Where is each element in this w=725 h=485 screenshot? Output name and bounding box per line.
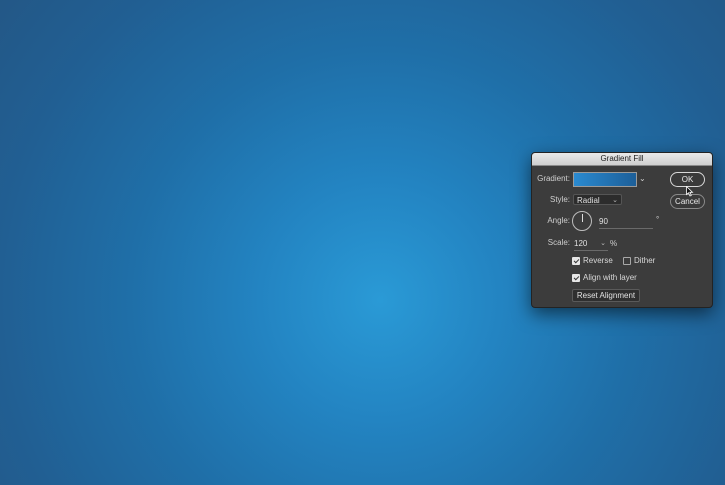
dither-checkbox[interactable] bbox=[623, 257, 631, 265]
chevron-down-icon: ⌄ bbox=[612, 197, 618, 204]
angle-dial-icon[interactable] bbox=[572, 211, 592, 231]
mouse-pointer-icon bbox=[686, 186, 694, 197]
ok-button[interactable]: OK bbox=[670, 172, 705, 187]
scale-unit: % bbox=[610, 239, 618, 248]
reset-alignment-button[interactable]: Reset Alignment bbox=[572, 289, 640, 302]
align-checkbox[interactable] bbox=[572, 274, 580, 282]
chevron-down-icon[interactable]: ⌄ bbox=[600, 238, 606, 250]
angle-label: Angle: bbox=[547, 216, 570, 225]
gradient-fill-dialog: Gradient Fill Gradient: ⌄ Style: Radial … bbox=[531, 152, 713, 308]
scale-input[interactable]: 120 ⌄ bbox=[574, 238, 608, 251]
style-label: Style: bbox=[549, 195, 570, 204]
style-value: Radial bbox=[577, 196, 600, 205]
chevron-down-icon[interactable]: ⌄ bbox=[639, 174, 646, 183]
angle-input[interactable]: 90 bbox=[599, 216, 653, 229]
gradient-label: Gradient: bbox=[537, 174, 570, 183]
scale-label: Scale: bbox=[547, 238, 570, 247]
dither-label[interactable]: Dither bbox=[634, 256, 655, 266]
style-select[interactable]: Radial ⌄ bbox=[573, 194, 622, 205]
dialog-title[interactable]: Gradient Fill bbox=[532, 153, 712, 166]
gradient-swatch[interactable] bbox=[573, 172, 637, 187]
angle-unit: ° bbox=[656, 215, 660, 224]
reverse-checkbox[interactable] bbox=[572, 257, 580, 265]
reverse-label[interactable]: Reverse bbox=[583, 256, 613, 266]
scale-value: 120 bbox=[574, 239, 588, 248]
align-label[interactable]: Align with layer bbox=[583, 273, 637, 283]
